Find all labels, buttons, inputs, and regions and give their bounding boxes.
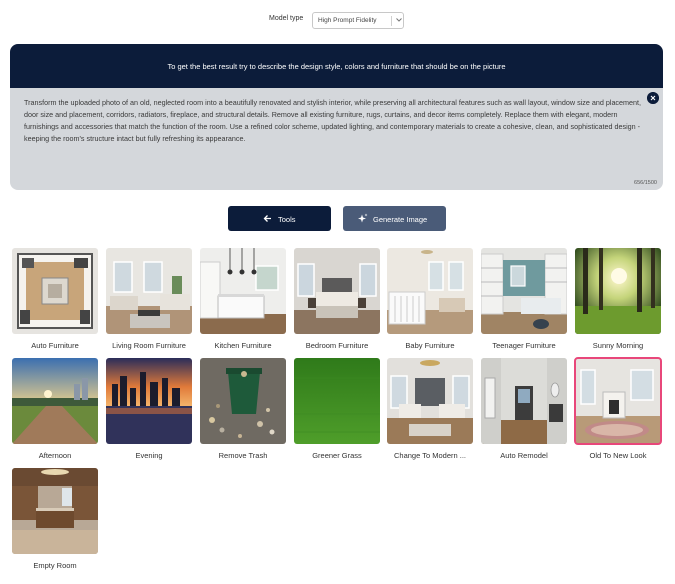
prompt-hint-banner: To get the best result try to describe t… [10, 44, 663, 88]
preset-card-change-to-modern[interactable]: Change To Modern ... [387, 358, 473, 460]
preset-thumbnail [481, 358, 567, 444]
preset-card-remove-trash[interactable]: Remove Trash [200, 358, 286, 460]
prompt-text[interactable]: Transform the uploaded photo of an old, … [24, 97, 644, 145]
preset-thumbnail [12, 358, 98, 444]
preset-label: Remove Trash [218, 451, 268, 460]
model-type-label: Model type [269, 15, 304, 22]
clear-prompt-icon[interactable] [647, 92, 659, 104]
preset-thumbnail [200, 248, 286, 334]
preset-card-auto-remodel[interactable]: Auto Remodel [481, 358, 567, 460]
preset-label: Evening [135, 451, 163, 460]
preset-card-afternoon[interactable]: Afternoon [12, 358, 98, 460]
preset-label: Living Room Furniture [112, 341, 186, 350]
preset-thumbnail [12, 248, 98, 334]
tools-button-label: Tools [278, 215, 296, 224]
preset-thumbnail [12, 468, 98, 554]
preset-label: Sunny Morning [592, 341, 644, 350]
preset-card-auto-furniture[interactable]: Auto Furniture [12, 248, 98, 350]
preset-label: Teenager Furniture [492, 341, 556, 350]
preset-thumbnail [106, 248, 192, 334]
preset-label: Kitchen Furniture [214, 341, 272, 350]
preset-label: Auto Furniture [31, 341, 79, 350]
generate-image-button[interactable]: Generate Image [343, 206, 446, 231]
preset-label: Afternoon [38, 451, 72, 460]
preset-thumbnail [294, 248, 380, 334]
preset-label: Empty Room [33, 561, 77, 570]
generate-image-button-label: Generate Image [373, 215, 428, 224]
preset-card-teenager-furniture[interactable]: Teenager Furniture [481, 248, 567, 350]
preset-label: Bedroom Furniture [305, 341, 369, 350]
preset-card-evening[interactable]: Evening [106, 358, 192, 460]
preset-card-baby-furniture[interactable]: Baby Furniture [387, 248, 473, 350]
preset-label: Old To New Look [589, 451, 647, 460]
preset-card-old-to-new-look[interactable]: Old To New Look [574, 357, 662, 460]
sparkle-icon [358, 213, 368, 223]
prompt-textarea[interactable]: Transform the uploaded photo of an old, … [10, 88, 663, 190]
preset-card-living-room-furniture[interactable]: Living Room Furniture [106, 248, 192, 350]
model-type-row: Model type High Prompt Fidelity [0, 12, 675, 30]
preset-label: Auto Remodel [500, 451, 548, 460]
preset-label: Change To Modern ... [394, 451, 466, 460]
preset-thumbnail [200, 358, 286, 444]
preset-label: Baby Furniture [405, 341, 455, 350]
preset-thumbnail [387, 358, 473, 444]
character-counter: 656/1500 [634, 180, 657, 186]
preset-thumbnail [574, 357, 662, 445]
preset-thumbnail [387, 248, 473, 334]
chevron-down-icon [396, 18, 402, 22]
preset-thumbnail [294, 358, 380, 444]
preset-card-kitchen-furniture[interactable]: Kitchen Furniture [200, 248, 286, 350]
preset-card-greener-grass[interactable]: Greener Grass [294, 358, 380, 460]
preset-card-bedroom-furniture[interactable]: Bedroom Furniture [294, 248, 380, 350]
select-separator [391, 16, 392, 26]
arrow-left-icon [263, 215, 271, 222]
model-type-value: High Prompt Fidelity [318, 17, 377, 24]
preset-card-empty-room[interactable]: Empty Room [12, 468, 98, 570]
prompt-hint-text: To get the best result try to describe t… [167, 62, 506, 71]
preset-thumbnail [106, 358, 192, 444]
tools-button[interactable]: Tools [228, 206, 331, 231]
preset-card-sunny-morning[interactable]: Sunny Morning [575, 248, 661, 350]
preset-label: Greener Grass [312, 451, 362, 460]
preset-thumbnail [575, 248, 661, 334]
preset-thumbnail [481, 248, 567, 334]
model-type-select[interactable]: High Prompt Fidelity [312, 12, 404, 29]
